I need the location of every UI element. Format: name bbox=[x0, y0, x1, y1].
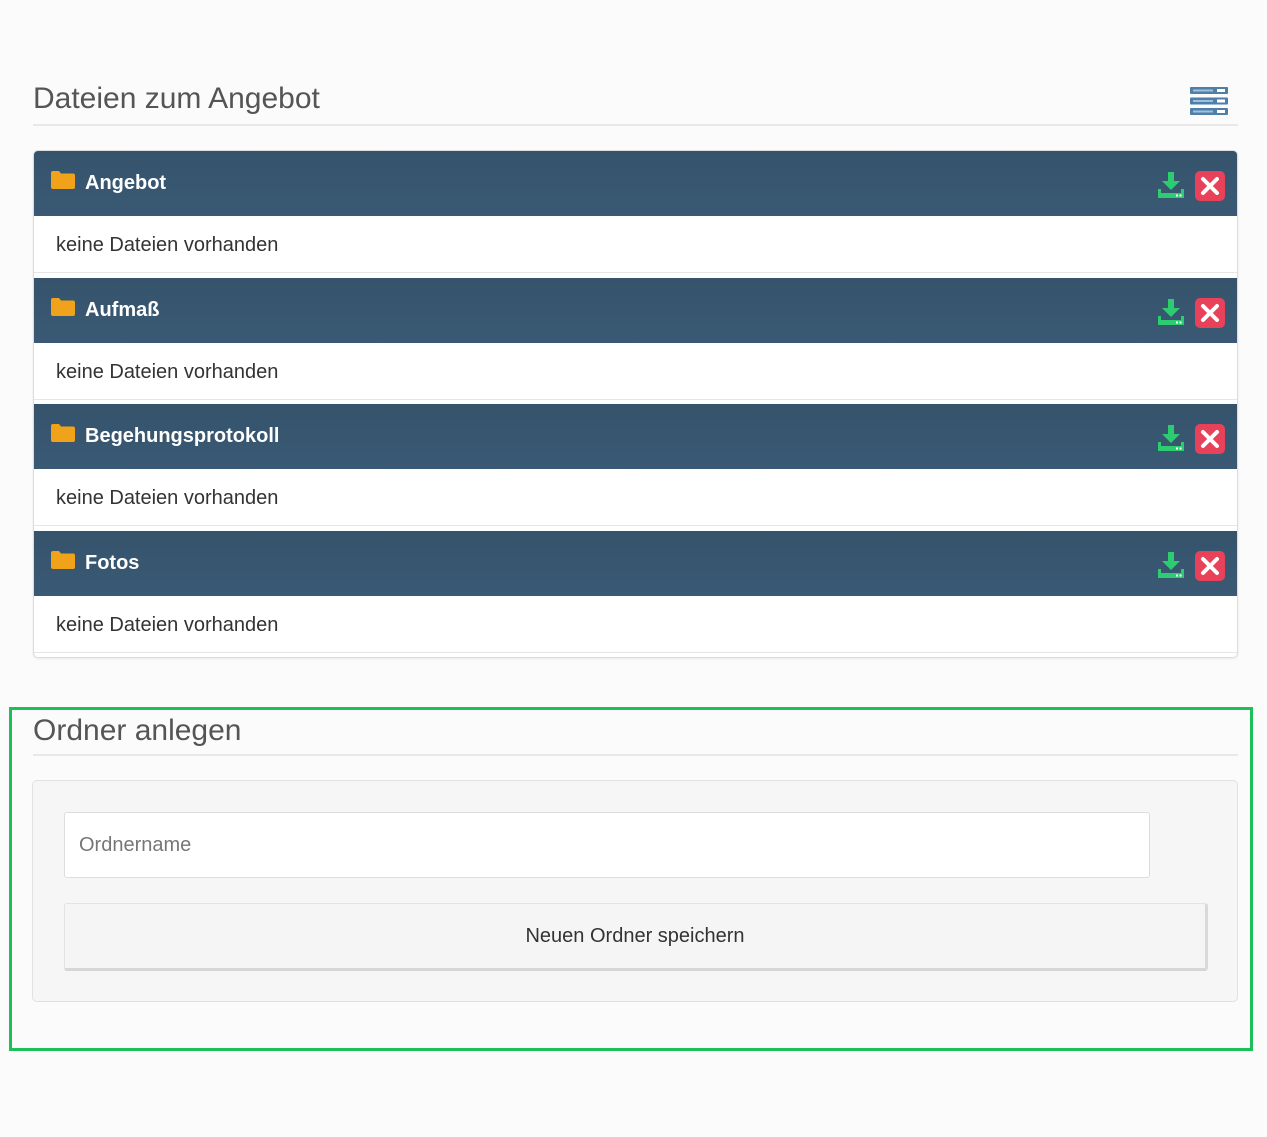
download-icon[interactable] bbox=[1157, 552, 1185, 579]
download-icon[interactable] bbox=[1157, 299, 1185, 326]
create-folder-title: Ordner anlegen bbox=[33, 714, 242, 747]
folder-name-input[interactable] bbox=[64, 812, 1150, 878]
folder-name: Begehungsprotokoll bbox=[85, 425, 280, 447]
folder-content: keine Dateien vorhanden bbox=[34, 469, 1237, 526]
save-folder-button[interactable]: Neuen Ordner speichern bbox=[64, 903, 1208, 971]
create-folder-section-header: Ordner anlegen bbox=[33, 710, 1238, 756]
folder-header[interactable]: Fotos bbox=[34, 531, 1237, 596]
empty-folder-text: keine Dateien vorhanden bbox=[56, 487, 279, 509]
folder-group-fotos: Fotos keine Dateien vorhanden bbox=[34, 531, 1237, 653]
download-icon[interactable] bbox=[1157, 425, 1185, 452]
folder-content: keine Dateien vorhanden bbox=[34, 343, 1237, 400]
folder-icon bbox=[51, 551, 75, 569]
folder-name: Angebot bbox=[85, 172, 167, 194]
list-view-icon[interactable] bbox=[1190, 86, 1228, 116]
folder-group-angebot: Angebot keine Dateien vorhanden bbox=[34, 151, 1237, 273]
folder-name: Fotos bbox=[85, 552, 140, 574]
create-folder-form: Neuen Ordner speichern bbox=[32, 780, 1238, 1002]
folder-icon bbox=[51, 424, 75, 442]
folder-content: keine Dateien vorhanden bbox=[34, 216, 1237, 273]
empty-folder-text: keine Dateien vorhanden bbox=[56, 361, 279, 383]
delete-icon[interactable] bbox=[1195, 424, 1225, 454]
download-icon[interactable] bbox=[1157, 172, 1185, 199]
folder-list-panel: Angebot keine Dateien vorhanden Aufmaß k… bbox=[33, 150, 1238, 658]
folder-content: keine Dateien vorhanden bbox=[34, 596, 1237, 653]
folder-header[interactable]: Aufmaß bbox=[34, 278, 1237, 343]
delete-icon[interactable] bbox=[1195, 551, 1225, 581]
folder-header[interactable]: Begehungsprotokoll bbox=[34, 404, 1237, 469]
delete-icon[interactable] bbox=[1195, 171, 1225, 201]
folder-icon bbox=[51, 171, 75, 189]
folder-name: Aufmaß bbox=[85, 299, 160, 321]
folder-header[interactable]: Angebot bbox=[34, 151, 1237, 216]
folder-group-aufmass: Aufmaß keine Dateien vorhanden bbox=[34, 278, 1237, 400]
delete-icon[interactable] bbox=[1195, 298, 1225, 328]
folder-icon bbox=[51, 298, 75, 316]
files-section-title: Dateien zum Angebot bbox=[33, 82, 320, 115]
empty-folder-text: keine Dateien vorhanden bbox=[56, 614, 279, 636]
empty-folder-text: keine Dateien vorhanden bbox=[56, 234, 279, 256]
files-section-header: Dateien zum Angebot bbox=[33, 78, 1238, 126]
folder-group-begehungsprotokoll: Begehungsprotokoll keine Dateien vorhand… bbox=[34, 404, 1237, 526]
